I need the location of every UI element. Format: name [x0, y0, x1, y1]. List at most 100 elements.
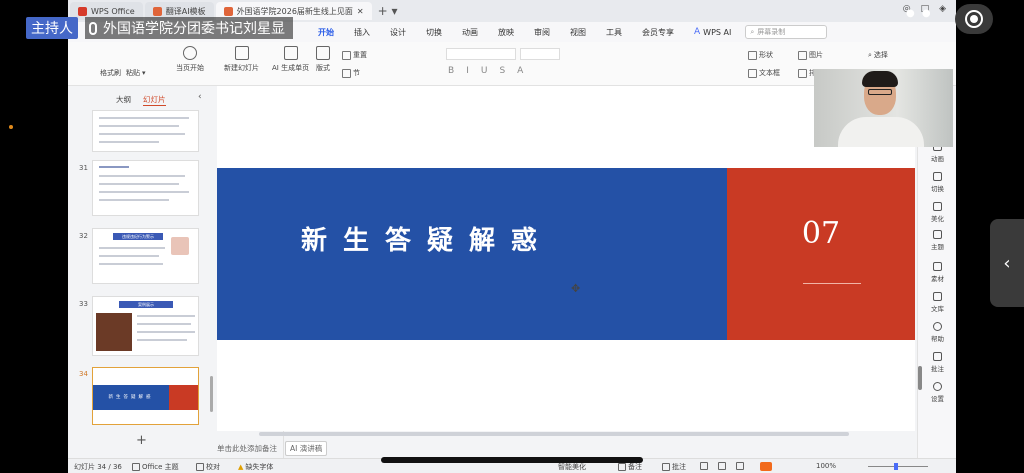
slide-red-block: [727, 168, 915, 340]
tab-label: 外国语学院2026届新生线上见面: [236, 6, 353, 16]
person-hair: [862, 71, 898, 87]
sidebar-beautify[interactable]: 美化: [918, 202, 956, 223]
menu-review[interactable]: 审阅: [524, 27, 560, 38]
add-slide-button[interactable]: +: [136, 433, 147, 448]
menu-home[interactable]: 开始: [308, 27, 344, 38]
from-current-button[interactable]: 当页开始: [176, 46, 204, 73]
panel-scrollbar[interactable]: [210, 376, 213, 412]
view-sorter-icon[interactable]: [718, 462, 726, 470]
sidebar-transition[interactable]: 切换: [918, 172, 956, 193]
missing-font-status[interactable]: ▲ 缺失字体: [238, 462, 273, 472]
slide-number: 34: [79, 370, 88, 378]
sidebar-material[interactable]: 素材: [918, 262, 956, 283]
more-dots-icon[interactable]: ● ●: [906, 8, 933, 19]
section-number[interactable]: 07: [727, 216, 915, 251]
notes-label: 备注: [628, 463, 642, 471]
underline-icon[interactable]: U: [481, 66, 488, 76]
slide-thumb-30[interactable]: [92, 110, 199, 152]
sidebar-library[interactable]: 文库: [918, 292, 956, 313]
strike-icon[interactable]: S: [499, 66, 505, 76]
tab-outline[interactable]: 大纲: [116, 94, 131, 106]
format-painter-button[interactable]: 格式刷: [100, 68, 121, 78]
notes-toggle[interactable]: 备注: [618, 462, 642, 472]
font-size-select[interactable]: [520, 48, 560, 60]
proofread-status[interactable]: 校对: [196, 462, 220, 472]
paste-button[interactable]: 粘贴 ▾: [126, 68, 146, 78]
zoom-slider-handle[interactable]: [894, 463, 898, 470]
sidebar-help[interactable]: 帮助: [918, 322, 956, 343]
slideshow-play-button[interactable]: [760, 462, 772, 471]
theme-status[interactable]: Office 主题: [132, 462, 179, 472]
ai-speech-button[interactable]: AI 演讲稿: [285, 441, 328, 456]
search-placeholder: 屏幕录制: [757, 28, 786, 36]
ppt-file-icon: [223, 6, 233, 16]
panel-tabs: 大纲 幻灯片: [116, 94, 166, 106]
side-panel-toggle[interactable]: ‹: [990, 219, 1024, 307]
shape-button[interactable]: 形状: [748, 50, 773, 60]
current-slide[interactable]: 新生答疑解惑 07 ✥: [217, 86, 915, 431]
slide-number: 32: [79, 232, 88, 240]
search-icon: ⌕: [750, 27, 755, 36]
menu-tools[interactable]: 工具: [596, 27, 632, 38]
record-target-button[interactable]: [955, 4, 993, 34]
warning-icon: ▲: [238, 463, 244, 471]
slide-title[interactable]: 新生答疑解惑: [217, 220, 637, 257]
menu-slideshow[interactable]: 放映: [488, 27, 524, 38]
search-input[interactable]: ⌕ 屏幕录制: [745, 25, 828, 39]
slide-thumb-31[interactable]: [92, 160, 199, 216]
italic-icon[interactable]: I: [466, 66, 469, 76]
ai-single-page-button[interactable]: AI 生成单页: [272, 46, 309, 73]
view-normal-icon[interactable]: [700, 462, 708, 470]
textbox-button[interactable]: 文本框: [748, 68, 780, 78]
close-tab-icon[interactable]: ✕: [357, 7, 364, 16]
library-icon: [933, 292, 942, 301]
menu-member[interactable]: 会员专享: [632, 27, 684, 38]
microphone-icon: [89, 21, 97, 35]
play-icon: [760, 462, 772, 471]
zoom-level[interactable]: 100%: [816, 462, 836, 470]
layout-button[interactable]: 版式: [316, 46, 330, 73]
sidebar-label: 设置: [931, 395, 944, 403]
template-icon: [152, 6, 162, 16]
menu-insert[interactable]: 插入: [344, 27, 380, 38]
reset-button[interactable]: 重置: [342, 50, 367, 60]
skin-icon[interactable]: ◈: [939, 4, 946, 14]
smart-beautify-button[interactable]: 智能美化: [558, 462, 586, 472]
menu-view[interactable]: 视图: [560, 27, 596, 38]
tab-slides[interactable]: 幻灯片: [143, 94, 166, 106]
bold-icon[interactable]: B: [448, 66, 454, 76]
menu-animation[interactable]: 动画: [452, 27, 488, 38]
view-reading-icon[interactable]: [736, 462, 744, 470]
number-underline: [803, 283, 861, 284]
play-icon: [183, 46, 197, 60]
new-slide-button[interactable]: 新建幻灯片: [224, 46, 259, 73]
shape-icon: [748, 50, 757, 60]
menu-transition[interactable]: 切换: [416, 27, 452, 38]
sidebar-theme[interactable]: 主题: [918, 230, 956, 251]
section-button[interactable]: 节: [342, 68, 360, 78]
slide-thumb-33[interactable]: 案例展示: [92, 296, 199, 356]
menu-design[interactable]: 设计: [380, 27, 416, 38]
picture-button[interactable]: 图片: [798, 50, 823, 60]
notes-placeholder[interactable]: 单击此处添加备注: [217, 443, 277, 454]
font-family-select[interactable]: [446, 48, 516, 60]
wps-ai-button[interactable]: A WPS AI: [684, 27, 741, 37]
sidebar-settings[interactable]: 设置: [918, 382, 956, 403]
theme-icon: [132, 463, 140, 471]
horizontal-scrollbar[interactable]: [259, 432, 849, 436]
transition-icon: [933, 172, 942, 181]
slide-thumb-32[interactable]: 违规违纪行为警示: [92, 228, 199, 284]
comments-toggle[interactable]: 批注: [662, 462, 686, 472]
sidebar-comments[interactable]: 批注: [918, 352, 956, 373]
select-button[interactable]: ⌕ 选择: [868, 50, 888, 60]
slide-editor-canvas[interactable]: 新生答疑解惑 07 ✥: [217, 86, 915, 436]
new-tab-button[interactable]: + ▾: [378, 4, 398, 18]
zoom-slider-track[interactable]: [868, 466, 928, 467]
home-indicator[interactable]: [381, 457, 643, 463]
webcam-video[interactable]: [814, 69, 953, 147]
slide-thumb-34[interactable]: 新生答疑解惑: [92, 367, 199, 425]
font-color-icon[interactable]: A: [517, 66, 523, 76]
collapse-panel-icon[interactable]: ‹: [198, 92, 202, 102]
notes-icon: [618, 463, 626, 471]
right-scrollbar[interactable]: [918, 366, 922, 390]
